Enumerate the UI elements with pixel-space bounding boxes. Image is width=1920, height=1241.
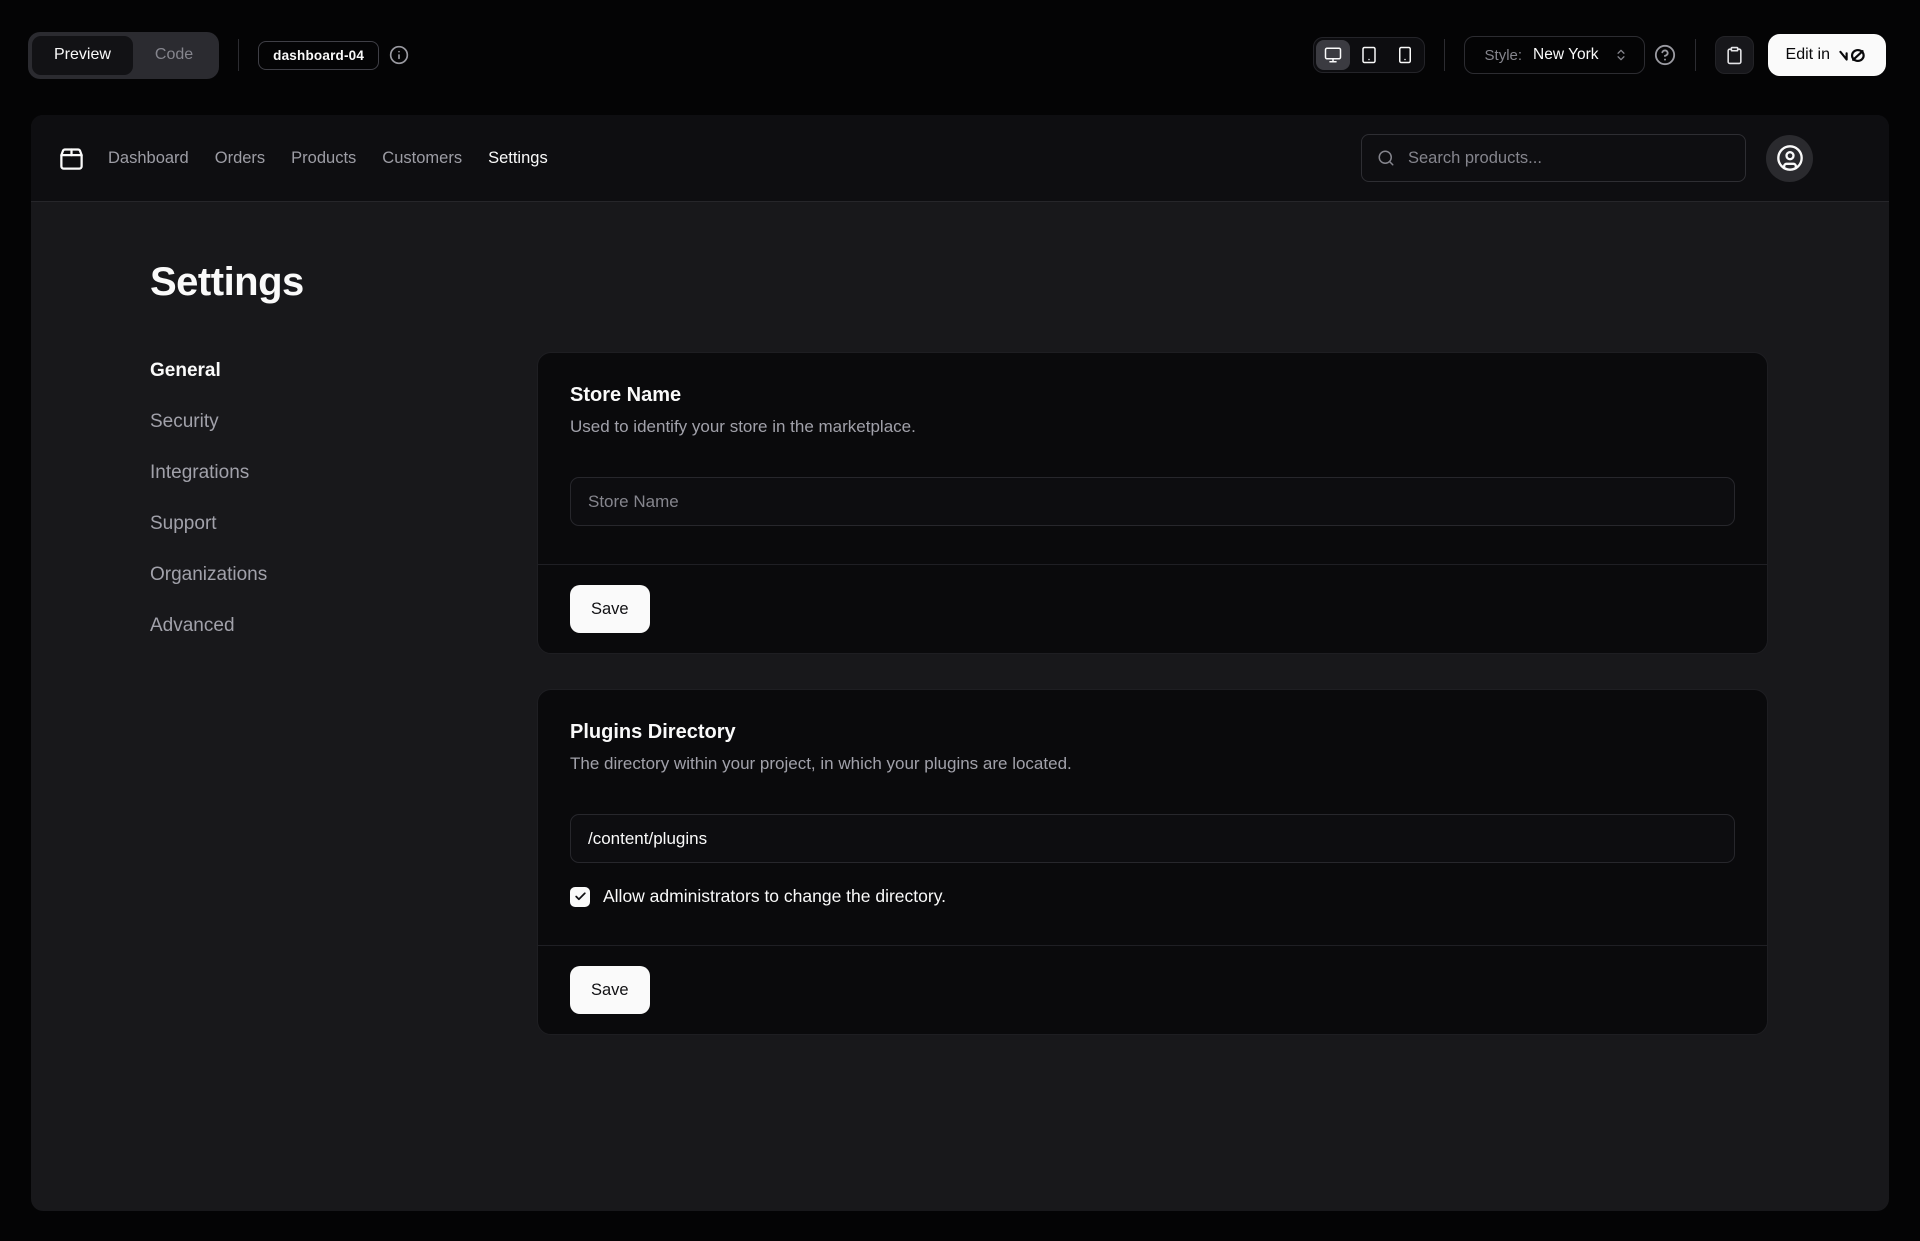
sidebar-item-security[interactable]: Security (150, 410, 537, 434)
save-button[interactable]: Save (570, 585, 650, 633)
settings-grid: General Security Integrations Support Or… (150, 352, 1768, 1035)
sidebar-item-integrations[interactable]: Integrations (150, 461, 537, 485)
chevrons-up-down-icon (1614, 48, 1628, 62)
store-nav-links: Dashboard Orders Products Customers Sett… (108, 149, 548, 168)
settings-sidebar: General Security Integrations Support Or… (150, 352, 537, 638)
tablet-view-button[interactable] (1352, 40, 1386, 70)
product-search (1361, 134, 1746, 182)
user-menu-button[interactable] (1766, 135, 1813, 182)
sidebar-item-support[interactable]: Support (150, 512, 537, 536)
card-footer: Save (538, 564, 1767, 653)
nav-link-orders[interactable]: Orders (215, 149, 265, 168)
sidebar-item-organizations[interactable]: Organizations (150, 563, 537, 587)
style-value: New York (1533, 46, 1598, 64)
plugins-directory-card: Plugins Directory The directory within y… (537, 689, 1768, 1035)
monitor-icon (1324, 46, 1342, 64)
card-title: Store Name (570, 381, 1735, 409)
style-select[interactable]: Style: New York (1464, 36, 1645, 74)
block-name-badge: dashboard-04 (258, 41, 379, 70)
circle-user-icon (1776, 144, 1804, 172)
sidebar-item-general[interactable]: General (150, 359, 537, 383)
store-name-input[interactable] (570, 477, 1735, 526)
desktop-view-button[interactable] (1316, 40, 1350, 70)
edit-in-label: Edit in (1786, 46, 1830, 64)
sidebar-item-advanced[interactable]: Advanced (150, 614, 537, 638)
card-header: Plugins Directory The directory within y… (538, 690, 1767, 776)
card-header: Store Name Used to identify your store i… (538, 353, 1767, 439)
card-footer: Save (538, 945, 1767, 1034)
preview-code-toggle: Preview Code (28, 32, 219, 79)
toolbar-right-group: Style: New York Edit in (1313, 34, 1886, 76)
smartphone-icon (1396, 46, 1414, 64)
store-navbar: Dashboard Orders Products Customers Sett… (31, 115, 1889, 202)
check-icon (574, 890, 587, 903)
settings-page: Settings General Security Integrations S… (31, 258, 1889, 1035)
store-name-card: Store Name Used to identify your store i… (537, 352, 1768, 654)
card-description: The directory within your project, in wh… (570, 752, 1735, 776)
mobile-view-button[interactable] (1388, 40, 1422, 70)
card-content (538, 439, 1767, 564)
edit-in-v0-button[interactable]: Edit in (1768, 34, 1886, 76)
allow-admins-label[interactable]: Allow administrators to change the direc… (603, 886, 946, 907)
info-icon[interactable] (389, 45, 409, 65)
nav-link-dashboard[interactable]: Dashboard (108, 149, 189, 168)
search-icon (1377, 149, 1395, 167)
plugins-directory-input[interactable] (570, 814, 1735, 863)
v0-logo-icon (1839, 48, 1868, 63)
nav-link-products[interactable]: Products (291, 149, 356, 168)
toolbar-left-group: Preview Code dashboard-04 (28, 32, 409, 79)
help-circle-icon[interactable] (1654, 44, 1676, 66)
package-icon[interactable] (58, 145, 85, 172)
page-title: Settings (150, 258, 1768, 306)
nav-link-settings[interactable]: Settings (488, 149, 548, 168)
toolbar-divider (1444, 39, 1445, 71)
device-toggle-group (1313, 37, 1425, 73)
top-toolbar: Preview Code dashboard-04 Style: New Yor… (0, 0, 1920, 110)
toolbar-divider (1695, 39, 1696, 71)
code-tab[interactable]: Code (133, 36, 215, 75)
copy-code-button[interactable] (1715, 36, 1754, 74)
search-input[interactable] (1362, 135, 1745, 181)
allow-admins-row: Allow administrators to change the direc… (570, 886, 1735, 907)
preview-frame: Dashboard Orders Products Customers Sett… (31, 115, 1889, 1211)
tablet-icon (1360, 46, 1378, 64)
clipboard-icon (1725, 46, 1744, 65)
card-content: Allow administrators to change the direc… (538, 776, 1767, 945)
save-button[interactable]: Save (570, 966, 650, 1014)
toolbar-divider (238, 39, 239, 71)
card-title: Plugins Directory (570, 718, 1735, 746)
preview-tab[interactable]: Preview (32, 36, 133, 75)
card-description: Used to identify your store in the marke… (570, 415, 1735, 439)
nav-link-customers[interactable]: Customers (382, 149, 462, 168)
allow-admins-checkbox[interactable] (570, 887, 590, 907)
style-label: Style: (1485, 47, 1523, 64)
settings-cards: Store Name Used to identify your store i… (537, 352, 1768, 1035)
